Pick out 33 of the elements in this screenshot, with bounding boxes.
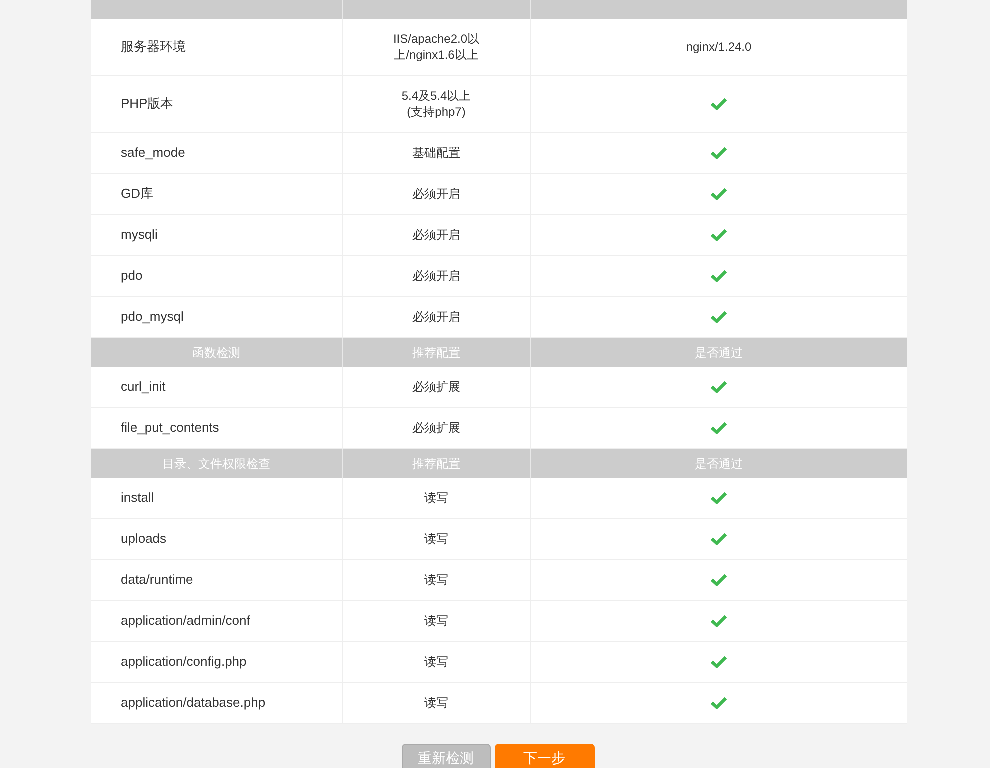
next-step-button[interactable]: 下一步 <box>494 744 594 768</box>
table-cell-text: uploads <box>121 530 167 548</box>
table-cell-text: file_put_contents <box>121 419 220 438</box>
table-cell-text: application/admin/conf <box>121 612 250 630</box>
table-cell-text: pdo_mysql <box>121 308 184 326</box>
table-cell-text: application/config.php <box>121 653 247 672</box>
table-cell: 读写 <box>424 695 448 711</box>
table-cell: 读写 <box>424 654 448 670</box>
table-cell-text: install <box>121 489 154 508</box>
table-cell: 读写 <box>424 572 448 588</box>
table-cell-text: 服务器环境 <box>121 38 186 56</box>
table-cell: 读写 <box>424 490 448 506</box>
table-cell: 读写 <box>424 531 448 547</box>
table-cell: 必须扩展 <box>412 420 460 436</box>
recheck-button[interactable]: 重新检测 <box>402 744 490 768</box>
table-cell: 基础配置 <box>412 145 460 161</box>
table-cell: 必须开启 <box>412 309 460 325</box>
table-cell: 必须开启 <box>412 268 460 284</box>
table-cell-text: curl_init <box>121 378 166 396</box>
table-cell: 必须开启 <box>412 227 460 243</box>
table-cell: 读写 <box>424 613 448 629</box>
table-cell-text: safe_mode <box>121 144 186 162</box>
table-cell: 必须扩展 <box>412 379 460 395</box>
table-cell-text: mysqli <box>121 226 158 244</box>
table-cell-text: GD库 <box>121 185 154 204</box>
table-cell-text: data/runtime <box>121 571 194 590</box>
table-cell-text: PHP版本 <box>121 95 174 114</box>
table-cell-text: application/database.php <box>121 694 266 712</box>
status-text: nginx/1.24.0 <box>686 39 752 56</box>
table-cell: 必须开启 <box>412 186 460 202</box>
table-cell-text: IIS/apache2.0以上/nginx1.6以上 <box>392 31 481 63</box>
table-cell: 5.4及5.4以上 (支持php7) <box>402 88 472 120</box>
table-cell-text: pdo <box>121 267 143 286</box>
